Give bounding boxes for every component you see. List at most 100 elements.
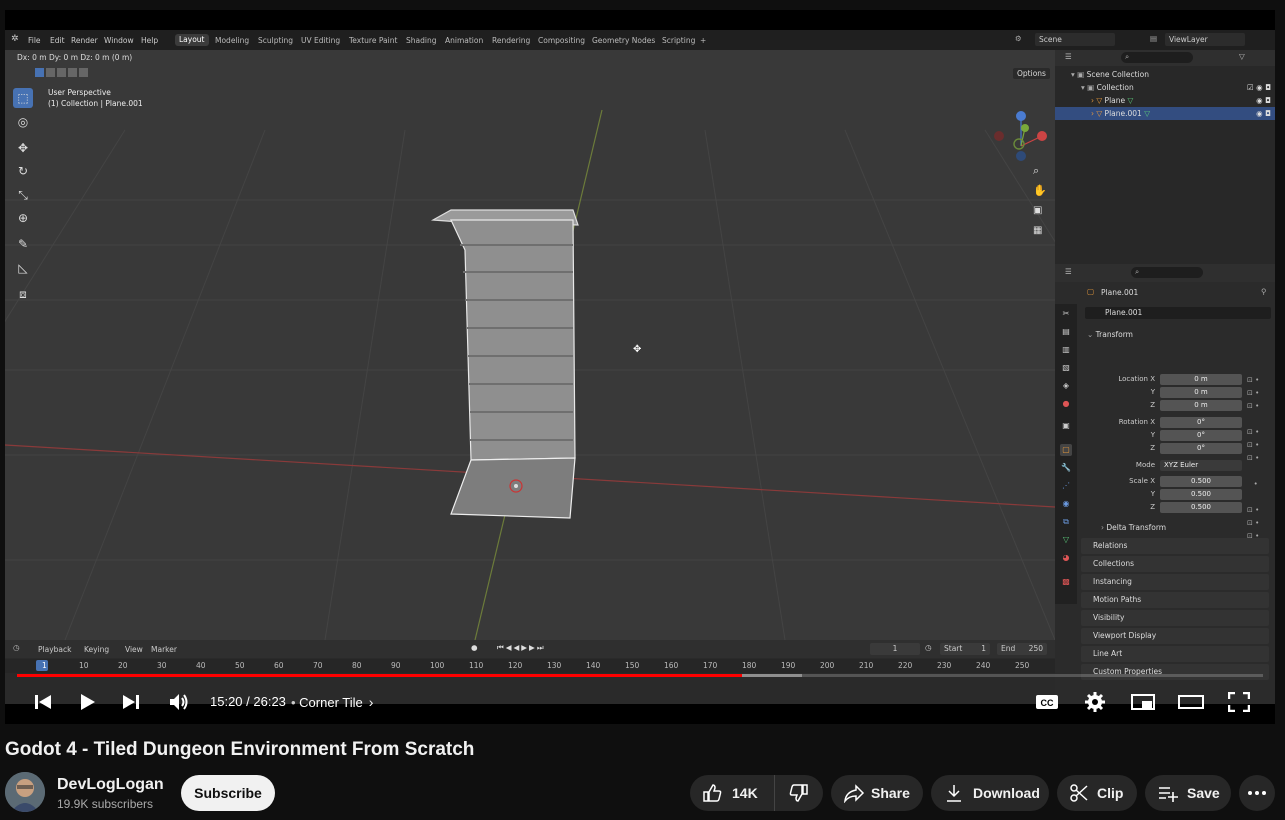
menu-window[interactable]: Window (104, 36, 134, 45)
move-tool-button[interactable]: ✥ (13, 138, 33, 158)
timeline-menu-keying[interactable]: Keying (84, 645, 109, 654)
grid-view-icon[interactable]: ▦ (1033, 225, 1042, 236)
fullscreen-button[interactable] (1225, 688, 1253, 716)
channel-name[interactable]: DevLogLogan (57, 776, 164, 794)
world-tab-icon[interactable]: ● (1060, 398, 1072, 410)
rotation-x-field[interactable]: 0° (1160, 417, 1242, 428)
filter-icon[interactable]: ▽ (1239, 52, 1245, 61)
3d-viewport[interactable]: Dx: 0 m Dy: 0 m Dz: 0 m (0 m) Options Us… (5, 50, 1055, 640)
workspace-tab-texture-paint[interactable]: Texture Paint (349, 36, 397, 45)
outliner-row[interactable]: › ▽ Plane ▽ ◉ ◘ (1071, 94, 1271, 107)
lock-icons[interactable]: ⊡ • ⊡ • ⊡ • ⊡ • ⊡ • ⊡ • • ⊡ • ⊡ • ⊡ • (1247, 374, 1259, 543)
menu-file[interactable]: File (28, 36, 41, 45)
scale-z-field[interactable]: 0.500 (1160, 502, 1242, 513)
viewport-display-panel[interactable]: Viewport Display (1081, 628, 1269, 644)
viewlayer-selector[interactable]: ViewLayer (1165, 33, 1245, 46)
view-layer-tab-icon[interactable]: ▧ (1060, 362, 1072, 374)
menu-edit[interactable]: Edit (50, 36, 65, 45)
properties-search-input[interactable] (1131, 267, 1203, 278)
current-frame-field[interactable]: 1 (870, 643, 920, 655)
settings-button[interactable] (1081, 688, 1109, 716)
timeline-menu-playback[interactable]: Playback (38, 645, 71, 654)
pan-hand-icon[interactable]: ✋ (1033, 184, 1047, 197)
outliner-row-selected[interactable]: › ▽ Plane.001 ▽ ◉ ◘ (1055, 107, 1275, 120)
rotate-tool-button[interactable]: ↻ (13, 161, 33, 181)
transform-tool-button[interactable]: ⊕ (13, 208, 33, 228)
timeline-editor-icon[interactable]: ◷ (13, 643, 20, 652)
more-actions-button[interactable] (1239, 775, 1275, 811)
playback-controls[interactable]: ⏮◀◀▶▶⏭ (497, 643, 546, 653)
measure-tool-button[interactable]: ◺ (13, 258, 33, 278)
relations-panel[interactable]: Relations (1081, 538, 1269, 554)
scale-tool-button[interactable]: ⤡ (13, 185, 33, 205)
physics-tab-icon[interactable]: ◉ (1060, 498, 1072, 510)
like-button[interactable]: 14K (690, 775, 775, 811)
scale-y-field[interactable]: 0.500 (1160, 489, 1242, 500)
play-button[interactable] (73, 688, 101, 716)
theater-mode-button[interactable] (1177, 688, 1205, 716)
collections-panel[interactable]: Collections (1081, 556, 1269, 572)
collection-tab-icon[interactable]: ▣ (1060, 420, 1072, 432)
video-progress-bar[interactable] (17, 674, 1263, 677)
add-workspace-button[interactable]: + (700, 36, 706, 45)
visibility-panel[interactable]: Visibility (1081, 610, 1269, 626)
visibility-icon[interactable]: ☑ ◉ ◘ (1247, 81, 1271, 94)
output-tab-icon[interactable]: ▥ (1060, 344, 1072, 356)
workspace-tab-scripting[interactable]: Scripting (662, 36, 695, 45)
workspace-tab-animation[interactable]: Animation (445, 36, 483, 45)
delta-transform-subpanel[interactable]: › Delta Transform (1101, 523, 1166, 532)
outliner-row[interactable]: ▾ ▣ Collection ☑ ◉ ◘ (1071, 81, 1271, 94)
workspace-tab-uv-editing[interactable]: UV Editing (301, 36, 340, 45)
chapter-title[interactable]: • Corner Tile › (291, 694, 373, 710)
scene-tab-icon[interactable]: ◈ (1060, 380, 1072, 392)
line-art-panel[interactable]: Line Art (1081, 646, 1269, 662)
instancing-panel[interactable]: Instancing (1081, 574, 1269, 590)
clip-button[interactable]: Clip (1057, 775, 1137, 811)
constraints-tab-icon[interactable]: ⧉ (1060, 516, 1072, 528)
rotation-z-field[interactable]: 0° (1160, 443, 1242, 454)
start-frame-field[interactable]: Start 1 (940, 643, 990, 655)
end-frame-field[interactable]: End 250 (997, 643, 1047, 655)
camera-icon[interactable]: ▣ (1033, 205, 1042, 216)
workspace-tab-sculpting[interactable]: Sculpting (258, 36, 293, 45)
dislike-button[interactable] (775, 775, 823, 811)
pin-icon[interactable]: ⚲ (1261, 287, 1267, 296)
channel-avatar[interactable] (5, 772, 45, 812)
video-player[interactable]: ✲ File Edit Render Window Help Layout Mo… (5, 10, 1275, 724)
record-button[interactable]: ● (471, 643, 478, 652)
transform-panel-header[interactable]: ⌄ Transform (1087, 328, 1273, 342)
menu-help[interactable]: Help (141, 36, 158, 45)
save-button[interactable]: Save (1145, 775, 1231, 811)
menu-render[interactable]: Render (71, 36, 98, 45)
cursor-tool-button[interactable]: ◎ (13, 112, 33, 132)
previous-button[interactable] (29, 688, 57, 716)
visibility-icon[interactable]: ◉ ◘ (1256, 107, 1275, 120)
rotation-mode-select[interactable]: XYZ Euler (1160, 460, 1242, 471)
timeline-menu-view[interactable]: View (125, 645, 143, 654)
scene-selector[interactable]: Scene (1035, 33, 1115, 46)
data-tab-icon[interactable]: ▽ (1060, 534, 1072, 546)
render-tab-icon[interactable]: ▤ (1060, 326, 1072, 338)
next-button[interactable] (117, 688, 145, 716)
subtitles-button[interactable]: CC (1033, 688, 1061, 716)
frame-ruler[interactable]: 1 10 20 30 40 50 60 70 80 90 100 110 120 130 140 150 160… (5, 659, 1055, 673)
viewport-options-button[interactable]: Options (1013, 68, 1050, 79)
subscribe-button[interactable]: Subscribe (181, 775, 275, 811)
object-tab-icon[interactable]: ▢ (1060, 444, 1072, 456)
visibility-icon[interactable]: ◉ ◘ (1256, 94, 1271, 107)
timeline-menu-marker[interactable]: Marker (151, 645, 177, 654)
scale-x-field[interactable]: 0.500 (1160, 476, 1242, 487)
workspace-tab-rendering[interactable]: Rendering (492, 36, 530, 45)
outliner-row[interactable]: ▾ ▣ Scene Collection (1071, 68, 1271, 81)
add-cube-tool-button[interactable]: ⧈ (13, 284, 33, 304)
location-x-field[interactable]: 0 m (1160, 374, 1242, 385)
location-y-field[interactable]: 0 m (1160, 387, 1242, 398)
custom-properties-panel[interactable]: Custom Properties (1081, 664, 1269, 680)
location-z-field[interactable]: 0 m (1160, 400, 1242, 411)
outliner-editor-icon[interactable]: ☰ (1065, 52, 1072, 61)
workspace-tab-layout[interactable]: Layout (175, 34, 209, 46)
miniplayer-button[interactable] (1129, 688, 1157, 716)
outliner-search-input[interactable] (1121, 52, 1193, 63)
zoom-icon[interactable]: ⌕ (1033, 164, 1039, 178)
share-button[interactable]: Share (831, 775, 923, 811)
